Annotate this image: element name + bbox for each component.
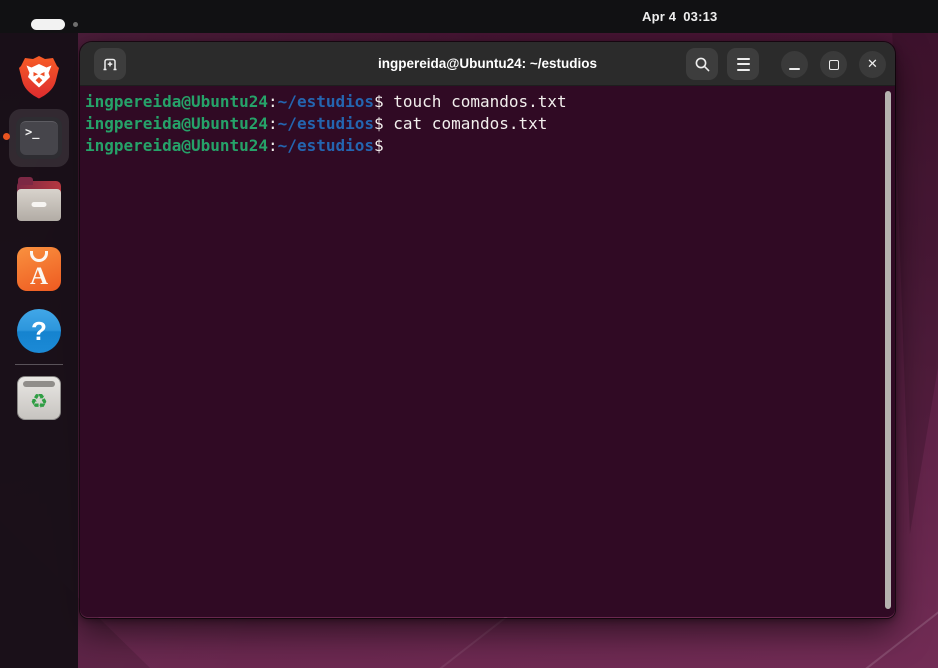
dock: >_ A ? ♻ [0, 33, 78, 668]
search-button[interactable] [686, 48, 718, 80]
prompt-colon: : [268, 114, 278, 133]
bag-handle [30, 251, 48, 262]
terminal-line: ingpereida@Ubuntu24:~/estudios$ [85, 135, 881, 157]
dock-separator [15, 364, 63, 365]
app-center-letter: A [29, 263, 49, 290]
dock-item-help[interactable]: ? [17, 309, 61, 353]
dock-item-app-center[interactable]: A [17, 245, 61, 291]
prompt-colon: : [268, 136, 278, 155]
brave-icon [19, 56, 59, 99]
terminal-scrollbar[interactable] [885, 91, 891, 609]
close-icon: ✕ [867, 57, 878, 72]
dock-item-brave[interactable] [15, 53, 63, 101]
maximize-button[interactable] [820, 51, 847, 78]
prompt-user: ingpereida@Ubuntu24 [85, 114, 269, 133]
terminal-icon: >_ [16, 117, 62, 159]
hamburger-icon [736, 57, 750, 71]
app-center-icon: A [17, 247, 61, 291]
clock[interactable]: Apr 4 03:13 [642, 0, 717, 33]
prompt-colon: : [268, 92, 278, 111]
window-titlebar[interactable]: ingpereida@Ubuntu24: ~/estudios ✕ [80, 42, 895, 86]
terminal-line: ingpereida@Ubuntu24:~/estudios$ cat coma… [85, 113, 881, 135]
terminal-running-indicator [3, 133, 10, 140]
prompt-symbol: $ [374, 136, 384, 155]
prompt-dir: ~/estudios [277, 136, 374, 155]
dock-item-trash[interactable]: ♻ [17, 376, 61, 420]
dock-item-terminal[interactable]: >_ [9, 109, 69, 167]
terminal-line: ingpereida@Ubuntu24:~/estudios$ touch co… [85, 91, 881, 113]
terminal-content[interactable]: ingpereida@Ubuntu24:~/estudios$ touch co… [80, 86, 895, 617]
search-icon [695, 57, 709, 71]
prompt-user: ingpereida@Ubuntu24 [85, 92, 269, 111]
menu-button[interactable] [727, 48, 759, 80]
recycle-icon: ♻ [30, 389, 48, 413]
prompt-user: ingpereida@Ubuntu24 [85, 136, 269, 155]
folder-slot [31, 202, 47, 207]
terminal-window: ingpereida@Ubuntu24: ~/estudios ✕ ingper… [79, 41, 896, 619]
command-text: touch comandos.txt [383, 92, 567, 111]
clock-time: 03:13 [683, 9, 718, 24]
prompt-dir: ~/estudios [277, 92, 374, 111]
prompt-symbol: $ [374, 92, 384, 111]
command-text: cat comandos.txt [383, 114, 548, 133]
clock-date: Apr 4 [642, 9, 677, 24]
terminal-prompt-glyph: >_ [20, 121, 58, 155]
top-bar: Apr 4 03:13 [0, 0, 938, 33]
prompt-dir: ~/estudios [277, 114, 374, 133]
prompt-symbol: $ [374, 114, 384, 133]
workspace-indicator-dot[interactable] [73, 22, 78, 27]
close-button[interactable]: ✕ [859, 51, 886, 78]
window-title: ingpereida@Ubuntu24: ~/estudios [377, 56, 598, 71]
maximize-icon [828, 59, 839, 70]
minimize-button[interactable] [781, 51, 808, 78]
help-icon: ? [31, 315, 47, 346]
workspace-indicator-active[interactable] [31, 19, 65, 30]
minimize-icon [789, 67, 800, 70]
dock-item-files[interactable] [17, 177, 61, 221]
